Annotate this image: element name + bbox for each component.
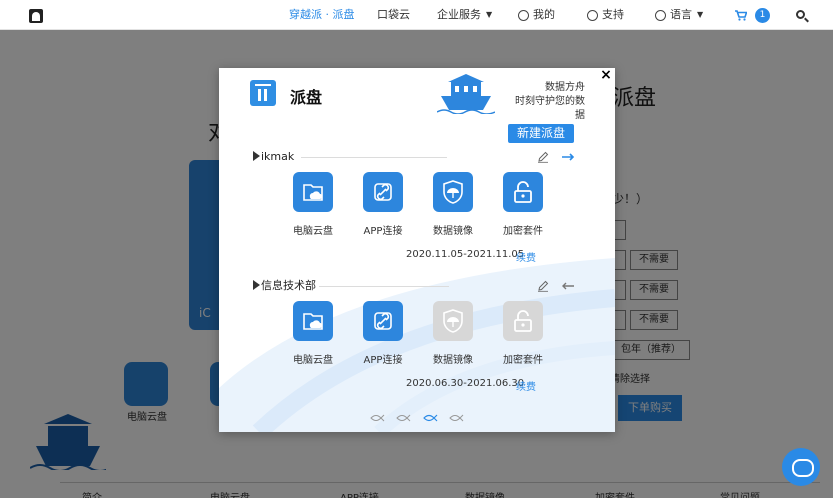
renew-link[interactable]: 续费	[516, 249, 536, 264]
slogan-line2: 时刻守护您的数据	[515, 96, 585, 121]
play-triangle-icon	[253, 151, 260, 161]
tile-label: 电脑云盘	[293, 355, 333, 366]
tile-app-connect[interactable]: APP连接	[356, 172, 410, 237]
slogan-line1: 数据方舟	[545, 82, 585, 93]
link-icon	[363, 172, 403, 212]
slogan: 数据方舟 时刻守护您的数据	[507, 81, 585, 123]
paipan-logo-icon	[250, 80, 276, 106]
tile-label: 加密套件	[503, 355, 543, 366]
tile-pc-cloud[interactable]: 电脑云盘	[286, 172, 340, 237]
arrow-right-icon[interactable]	[561, 151, 575, 163]
close-icon[interactable]: ×	[599, 68, 613, 82]
tile-label: APP连接	[363, 226, 403, 237]
tile-label: 电脑云盘	[293, 226, 333, 237]
pager-dot-fish-icon[interactable]	[369, 414, 385, 422]
ark-ship-icon	[437, 74, 495, 114]
chevron-down-icon: ▼	[697, 10, 704, 19]
edit-pencil-icon[interactable]	[537, 280, 549, 292]
nav-item-paipan[interactable]: 穿越派 · 派盘	[289, 0, 355, 30]
cart-button[interactable]: 1	[735, 0, 770, 30]
nav-item-language[interactable]: 语言 ▼	[655, 0, 703, 30]
tile-label: 加密套件	[503, 226, 543, 237]
umbrella-shield-icon	[433, 301, 473, 341]
logo-icon[interactable]	[29, 9, 43, 23]
arrow-left-icon[interactable]	[561, 280, 575, 292]
tile-data-mirror[interactable]: 数据镜像	[426, 172, 480, 237]
tile-encryption[interactable]: 加密套件	[496, 301, 550, 366]
help-icon	[587, 9, 598, 21]
user-icon	[518, 9, 529, 21]
play-triangle-icon	[253, 280, 260, 290]
nav-item-enterprise[interactable]: 企业服务 ▼	[437, 0, 492, 30]
nav-item-language-label: 语言	[670, 8, 692, 21]
padlock-icon	[503, 172, 543, 212]
search-icon[interactable]	[796, 10, 805, 19]
tile-pc-cloud[interactable]: 电脑云盘	[286, 301, 340, 366]
divider	[301, 157, 447, 158]
section-header[interactable]: 信息技术部	[253, 279, 316, 293]
chevron-down-icon: ▼	[486, 10, 493, 19]
nav-item-enterprise-label: 企业服务	[437, 8, 481, 21]
folder-cloud-icon	[293, 301, 333, 341]
folder-cloud-icon	[293, 172, 333, 212]
tile-label: 数据镜像	[433, 226, 473, 237]
modal-title: 派盘	[290, 88, 323, 107]
nav-item-mine[interactable]: 我的	[518, 0, 555, 30]
nav-item-mine-label: 我的	[533, 8, 555, 21]
validity-dates: 2020.06.30-2021.06.30	[406, 378, 525, 389]
cart-count-badge: 1	[755, 7, 770, 23]
pager-dot-fish-icon-active[interactable]	[422, 414, 438, 422]
umbrella-shield-icon	[433, 172, 473, 212]
nav-item-support-label: 支持	[602, 8, 624, 21]
section-name: ikmak	[261, 150, 295, 163]
tile-label: APP连接	[363, 355, 403, 366]
divider	[319, 286, 449, 287]
nav-item-pocket-cloud[interactable]: 口袋云	[377, 0, 410, 30]
renew-link[interactable]: 续费	[516, 378, 536, 393]
tile-row: 电脑云盘 APP连接 数据镜像 加密套件	[286, 301, 576, 371]
tile-data-mirror[interactable]: 数据镜像	[426, 301, 480, 366]
nav-item-support[interactable]: 支持	[587, 0, 624, 30]
padlock-icon	[503, 301, 543, 341]
section-name: 信息技术部	[261, 279, 316, 292]
link-icon	[363, 301, 403, 341]
tile-app-connect[interactable]: APP连接	[356, 301, 410, 366]
validity-dates: 2020.11.05-2021.11.05	[406, 249, 525, 260]
edit-pencil-icon[interactable]	[537, 151, 549, 163]
tile-label: 数据镜像	[433, 355, 473, 366]
section-header[interactable]: ikmak	[253, 150, 294, 164]
carousel-pager	[369, 414, 469, 424]
tile-encryption[interactable]: 加密套件	[496, 172, 550, 237]
pager-dot-fish-icon[interactable]	[448, 414, 464, 422]
new-paipan-button[interactable]: 新建派盘	[508, 124, 574, 143]
chat-support-icon[interactable]	[782, 448, 820, 486]
pager-dot-fish-icon[interactable]	[395, 414, 411, 422]
top-nav: 穿越派 · 派盘 口袋云 企业服务 ▼ 我的 支持 语言 ▼ 1	[0, 0, 833, 30]
globe-icon	[655, 9, 666, 21]
tile-row: 电脑云盘 APP连接 数据镜像 加密套件	[286, 172, 576, 242]
cart-icon	[735, 9, 747, 21]
paipan-modal: × 派盘 数据方舟 时刻守护您的数据 新建派盘 ikmak 电脑云盘 APP连接…	[219, 68, 615, 432]
